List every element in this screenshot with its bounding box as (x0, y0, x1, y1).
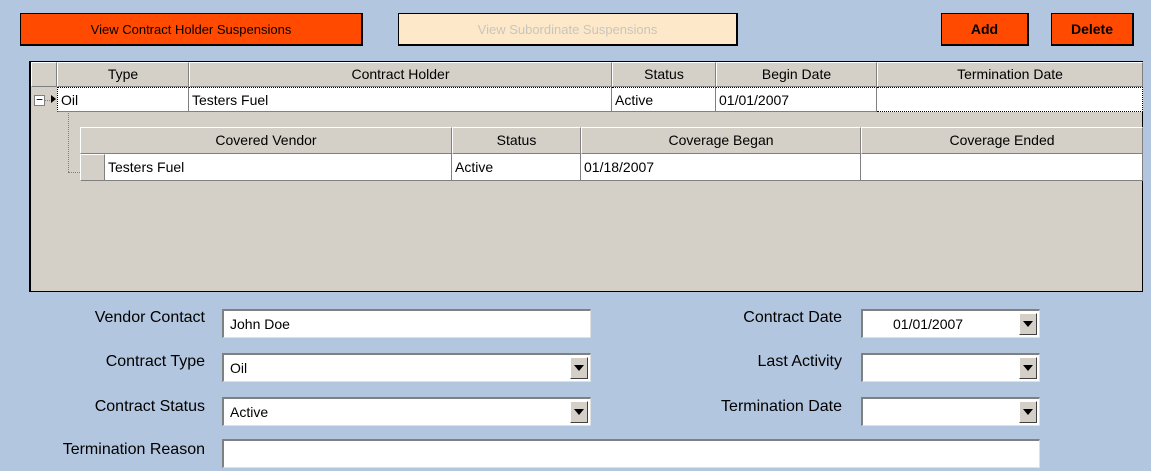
chevron-down-icon[interactable] (570, 401, 588, 423)
termination-reason-label: Termination Reason (62, 441, 205, 458)
vendor-contact-field[interactable]: John Doe (222, 309, 591, 338)
last-activity-label: Last Activity (757, 353, 842, 370)
add-button[interactable]: Add (941, 13, 1029, 46)
last-activity-select[interactable] (861, 353, 1040, 382)
column-header-begin-date[interactable]: Begin Date (716, 62, 877, 87)
minus-box-icon[interactable]: − (34, 94, 45, 106)
termination-date-label: Termination Date (721, 398, 842, 415)
sub-row-covered-vendor-cell[interactable]: Testers Fuel (105, 154, 452, 181)
grid-corner-header (31, 62, 57, 87)
contract-type-label: Contract Type (105, 353, 205, 370)
column-header-status[interactable]: Status (612, 62, 716, 87)
vendor-contact-label: Vendor Contact (94, 309, 205, 326)
triangle-right-icon (49, 91, 57, 107)
sub-row-coverage-ended-cell[interactable] (861, 154, 1143, 181)
chevron-down-icon[interactable] (1019, 313, 1037, 335)
delete-button[interactable]: Delete (1051, 13, 1134, 46)
contract-type-select[interactable]: Oil (222, 353, 591, 382)
view-subordinate-suspensions-button[interactable]: View Subordinate Suspensions (398, 13, 738, 46)
sub-row-status-cell[interactable]: Active (452, 154, 581, 181)
row-termination-date-cell[interactable] (877, 87, 1143, 112)
chevron-down-icon[interactable] (1019, 401, 1037, 423)
sub-column-header-coverage-ended[interactable]: Coverage Ended (861, 127, 1143, 154)
suspensions-grid[interactable]: Type Contract Holder Status Begin Date T… (29, 61, 1143, 292)
sub-column-header-coverage-began[interactable]: Coverage Began (581, 127, 861, 154)
column-header-termination-date[interactable]: Termination Date (877, 62, 1143, 87)
column-header-type[interactable]: Type (57, 62, 189, 87)
contract-type-value: Oil (230, 360, 248, 376)
contract-date-select[interactable]: 01/01/2007 (861, 309, 1040, 338)
termination-reason-field[interactable] (222, 439, 1040, 468)
column-header-contract-holder[interactable]: Contract Holder (189, 62, 612, 87)
chevron-down-icon[interactable] (570, 357, 588, 379)
termination-date-select[interactable] (861, 397, 1040, 426)
row-contract-holder-cell[interactable]: Testers Fuel (189, 87, 612, 112)
view-contract-holder-suspensions-button[interactable]: View Contract Holder Suspensions (20, 13, 363, 46)
row-status-cell[interactable]: Active (612, 87, 716, 112)
sub-row-coverage-began-cell[interactable]: 01/18/2007 (581, 154, 861, 181)
contract-status-label: Contract Status (94, 398, 205, 415)
sub-column-header-covered-vendor[interactable]: Covered Vendor (80, 127, 452, 154)
contract-status-select[interactable]: Active (222, 397, 591, 426)
contract-date-label: Contract Date (743, 309, 842, 326)
sub-row-selector[interactable] (80, 154, 105, 181)
contract-date-value: 01/01/2007 (893, 316, 964, 332)
sub-column-header-status[interactable]: Status (452, 127, 581, 154)
contract-status-value: Active (230, 404, 269, 420)
row-type-cell[interactable]: Oil (57, 87, 189, 112)
chevron-down-icon[interactable] (1019, 357, 1037, 379)
row-begin-date-cell[interactable]: 01/01/2007 (716, 87, 877, 112)
